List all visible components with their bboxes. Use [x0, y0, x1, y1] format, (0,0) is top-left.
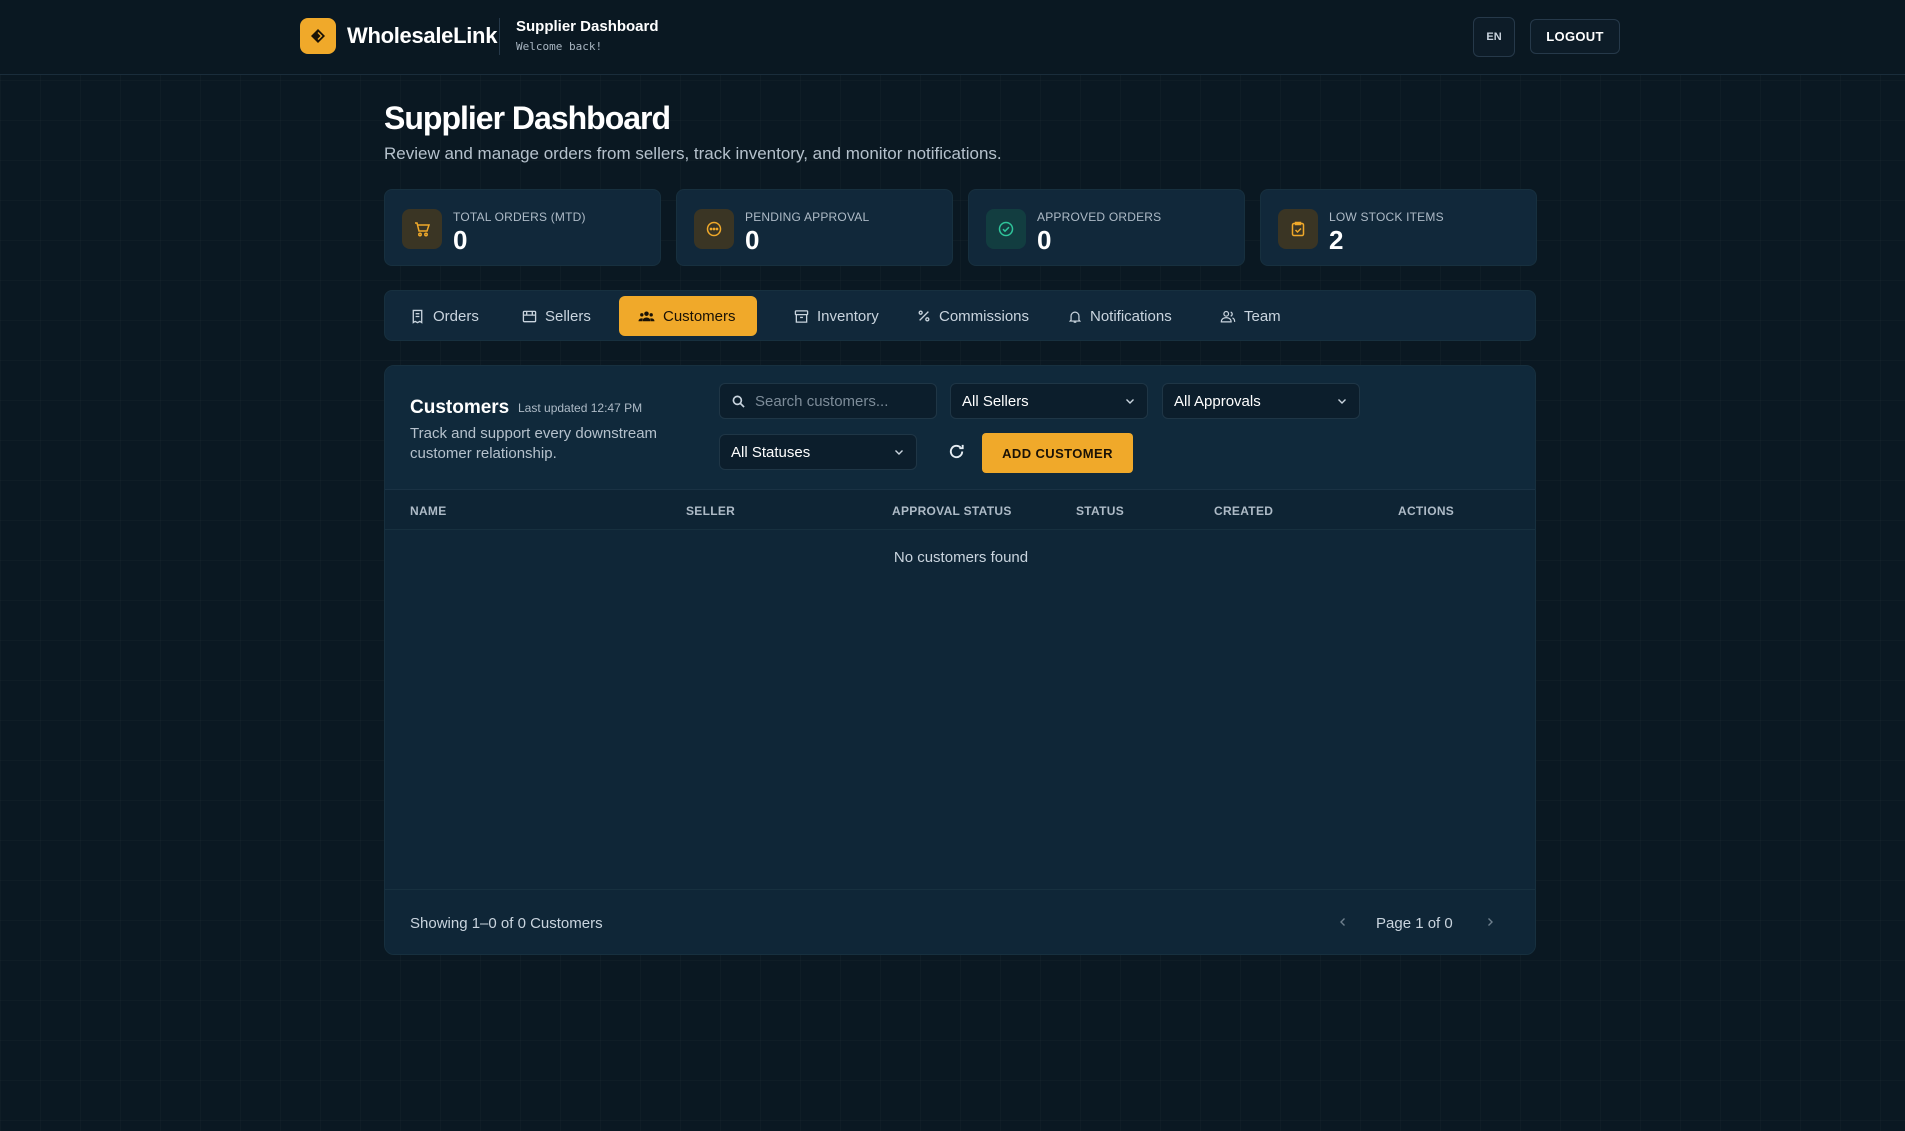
chevron-right-icon [1488, 918, 1493, 926]
column-header-status[interactable]: STATUS [1076, 504, 1124, 518]
stat-card-low-stock: LOW STOCK ITEMS 2 [1260, 189, 1537, 266]
next-page-button[interactable] [1481, 913, 1499, 931]
stat-value: 0 [1037, 225, 1052, 255]
chevron-down-icon [1126, 399, 1134, 404]
tab-label: Inventory [817, 307, 879, 325]
customers-panel: Customers Last updated 12:47 PM Track an… [384, 365, 1536, 955]
chevron-down-icon [1338, 399, 1346, 404]
tab-customers[interactable]: Customers [619, 296, 757, 336]
stat-value: 2 [1329, 225, 1344, 255]
column-header-approval-status[interactable]: APPROVAL STATUS [892, 504, 1012, 518]
column-header-seller[interactable]: SELLER [686, 504, 735, 518]
panel-title: Customers [410, 397, 510, 418]
page-indicator: Page 1 of 0 [1376, 915, 1453, 932]
header-subtitle: Supplier Dashboard Welcome back! [516, 18, 659, 53]
tab-label: Orders [433, 307, 479, 325]
header-section-title: Supplier Dashboard [516, 18, 659, 35]
table-header: NAME SELLER APPROVAL STATUS STATUS CREAT… [385, 490, 1535, 530]
chevron-left-icon [1340, 918, 1345, 926]
stat-card-pending-approval: PENDING APPROVAL 0 [676, 189, 953, 266]
stat-value: 0 [745, 225, 760, 255]
chevron-down-icon [895, 450, 903, 455]
divider [499, 18, 500, 55]
column-header-actions: ACTIONS [1398, 504, 1455, 518]
stat-card-approved-orders: APPROVED ORDERS 0 [968, 189, 1245, 266]
previous-page-button[interactable] [1334, 913, 1352, 931]
tab-inventory[interactable]: Inventory [781, 296, 889, 336]
pending-icon [694, 209, 734, 249]
column-header-created[interactable]: CREATED [1214, 504, 1273, 518]
column-header-name[interactable]: NAME [410, 504, 447, 518]
archive-icon [794, 309, 809, 323]
check-circle-icon [986, 209, 1026, 249]
tab-label: Notifications [1090, 307, 1172, 325]
stat-card-total-orders: TOTAL ORDERS (MTD) 0 [384, 189, 661, 266]
tab-label: Team [1244, 307, 1281, 325]
tab-sellers[interactable]: Sellers [508, 296, 596, 336]
select-value: All Approvals [1174, 392, 1261, 410]
tab-notifications[interactable]: Notifications [1054, 296, 1184, 336]
approvals-filter-select[interactable]: All Approvals [1162, 383, 1360, 419]
stat-label: LOW STOCK ITEMS [1329, 210, 1444, 224]
receipt-icon [412, 309, 423, 324]
showing-count: Showing 1–0 of 0 Customers [410, 915, 603, 932]
select-value: All Sellers [962, 392, 1029, 410]
tab-label: Customers [663, 307, 736, 325]
stat-value: 0 [453, 225, 468, 255]
panel-header: Customers Last updated 12:47 PM Track an… [385, 366, 1535, 490]
clipboard-check-icon [1278, 209, 1318, 249]
cart-icon [402, 209, 442, 249]
store-icon [522, 310, 537, 322]
refresh-icon [949, 444, 964, 458]
statuses-filter-select[interactable]: All Statuses [719, 434, 917, 470]
logout-button[interactable]: LOGOUT [1530, 19, 1620, 54]
brand[interactable]: WholesaleLink [300, 18, 497, 54]
language-button[interactable]: EN [1473, 17, 1515, 57]
panel-description: Track and support every downstream custo… [410, 425, 658, 462]
tab-label: Commissions [939, 307, 1030, 325]
panel-footer: Showing 1–0 of 0 Customers Page 1 of 0 [385, 889, 1535, 954]
logo-icon [300, 18, 336, 54]
refresh-button[interactable] [938, 433, 974, 469]
stat-label: PENDING APPROVAL [745, 210, 870, 224]
brand-name: WholesaleLink [347, 23, 498, 48]
add-customer-button[interactable]: ADD CUSTOMER [982, 433, 1133, 473]
stat-label: APPROVED ORDERS [1037, 210, 1162, 224]
users-icon [638, 310, 655, 321]
tab-bar: Orders Sellers Customers Inventory Commi… [384, 290, 1536, 341]
select-value: All Statuses [731, 443, 811, 461]
sellers-filter-select[interactable]: All Sellers [950, 383, 1148, 419]
tab-label: Sellers [545, 307, 591, 325]
tab-team[interactable]: Team [1207, 296, 1287, 336]
last-updated: Last updated 12:47 PM [518, 401, 643, 415]
bell-icon [1068, 311, 1082, 323]
top-bar: WholesaleLink Supplier Dashboard Welcome… [0, 0, 1905, 75]
search-icon [732, 395, 745, 408]
search-field[interactable] [719, 383, 937, 419]
stat-label: TOTAL ORDERS (MTD) [453, 210, 586, 224]
team-icon [1220, 310, 1236, 322]
page-description: Review and manage orders from sellers, t… [384, 144, 1002, 163]
percent-icon [918, 310, 930, 322]
search-input[interactable] [755, 392, 925, 410]
tab-orders[interactable]: Orders [396, 296, 492, 336]
welcome-text: Welcome back! [516, 40, 603, 53]
empty-state: No customers found [893, 549, 1029, 566]
page-title: Supplier Dashboard [384, 100, 671, 136]
tab-commissions[interactable]: Commissions [903, 296, 1037, 336]
